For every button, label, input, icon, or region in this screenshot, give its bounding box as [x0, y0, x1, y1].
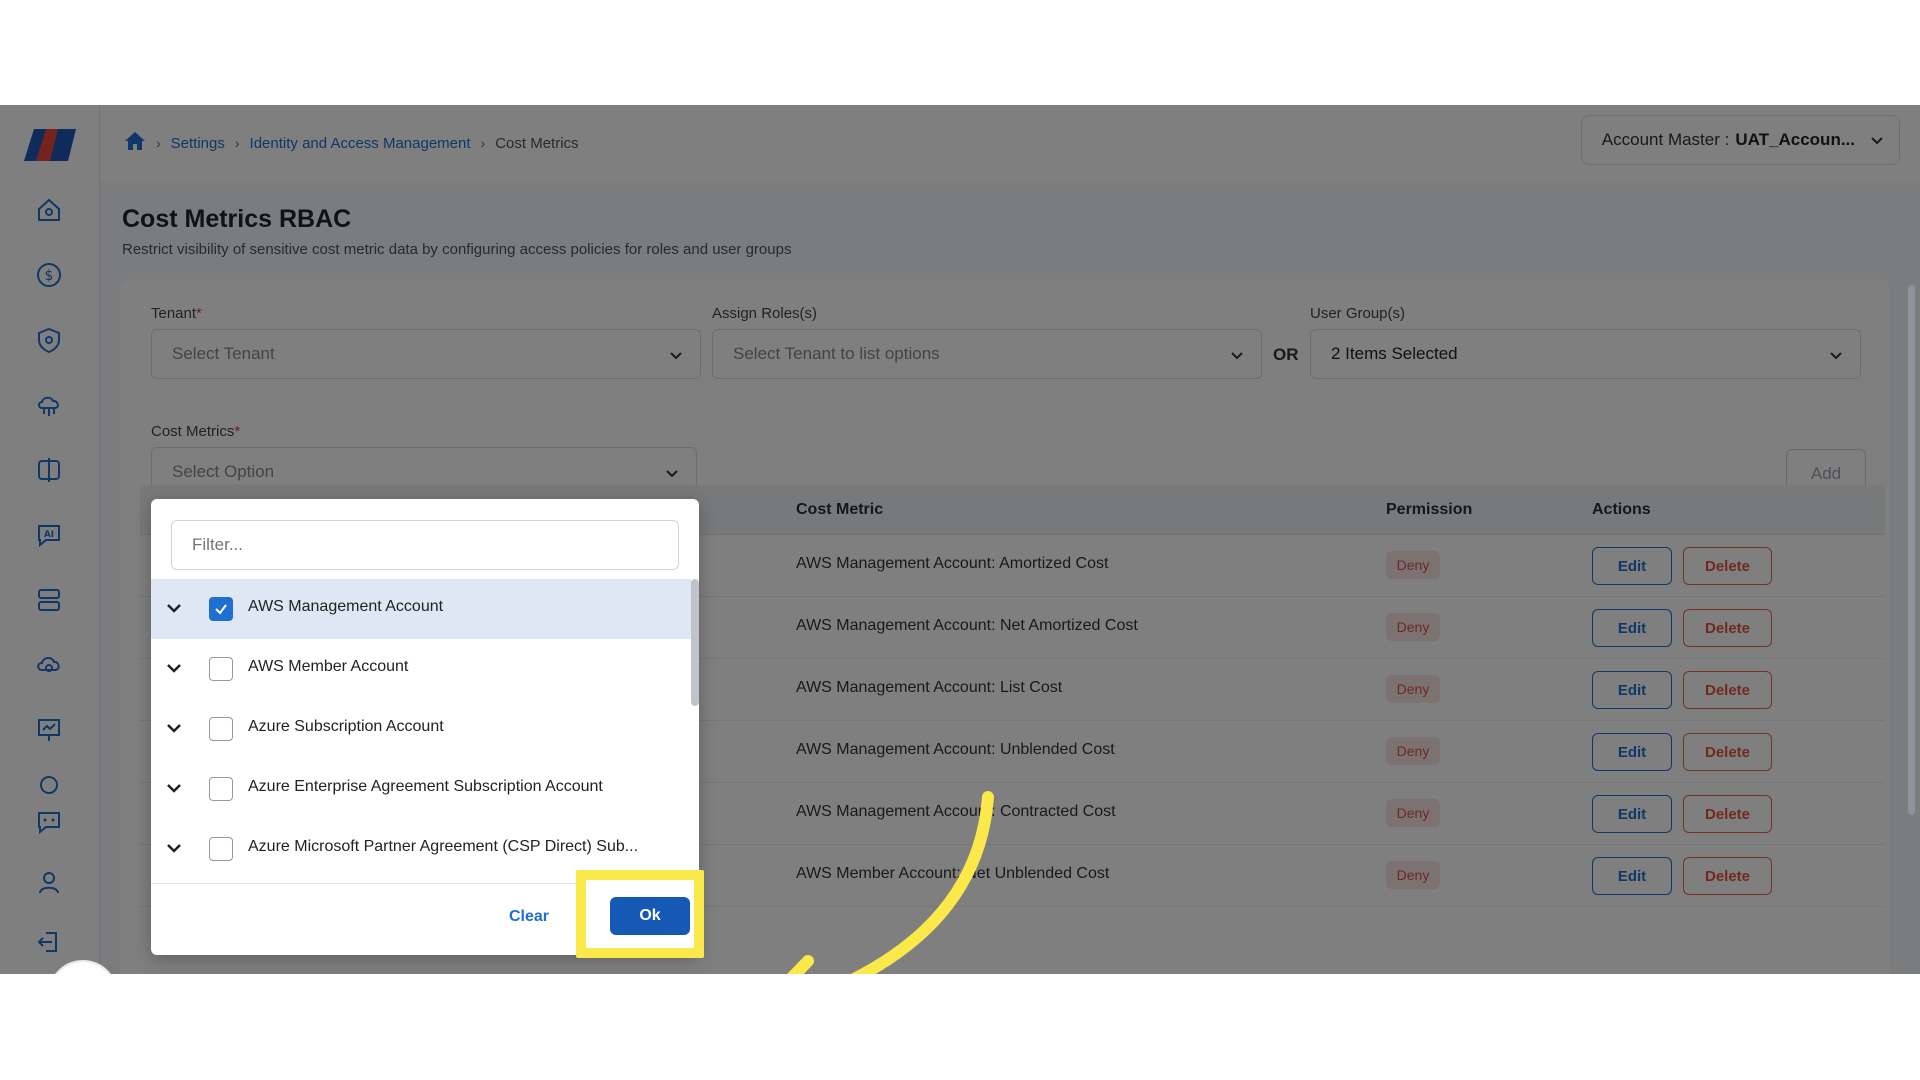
option-azure-ea-subscription-account[interactable]: Azure Enterprise Agreement Subscription … — [151, 759, 691, 819]
option-label: Azure Subscription Account — [248, 718, 444, 735]
chevron-down-icon[interactable] — [165, 719, 183, 742]
chevron-down-icon[interactable] — [165, 659, 183, 682]
checkbox[interactable] — [209, 777, 233, 801]
option-label: AWS Management Account — [248, 598, 444, 615]
checkbox[interactable] — [209, 657, 233, 681]
ok-button[interactable]: Ok — [610, 897, 690, 935]
ok-highlight-inner: Ok — [586, 880, 694, 948]
option-aws-management-account[interactable]: AWS Management Account — [151, 579, 691, 639]
ok-highlight-frame: Ok — [576, 870, 704, 958]
chevron-down-icon[interactable] — [165, 839, 183, 862]
checkbox[interactable] — [209, 837, 233, 861]
option-label: Azure Enterprise Agreement Subscription … — [248, 778, 603, 795]
dropdown-scrollbar[interactable] — [691, 579, 699, 706]
option-aws-member-account[interactable]: AWS Member Account — [151, 639, 691, 699]
option-label: AWS Member Account — [248, 658, 409, 675]
filter-input[interactable] — [171, 520, 679, 570]
option-label: Azure Microsoft Partner Agreement (CSP D… — [248, 838, 639, 855]
page-scrollbar[interactable] — [1908, 285, 1915, 815]
chevron-down-icon[interactable] — [165, 779, 183, 802]
app-frame: $ AI — [0, 105, 1920, 974]
checkbox[interactable] — [209, 717, 233, 741]
checkbox-checked[interactable] — [209, 597, 233, 621]
annotation-arrow-icon — [787, 791, 994, 974]
chevron-down-icon[interactable] — [165, 599, 183, 622]
clear-button[interactable]: Clear — [509, 908, 549, 926]
option-azure-subscription-account[interactable]: Azure Subscription Account — [151, 699, 691, 759]
